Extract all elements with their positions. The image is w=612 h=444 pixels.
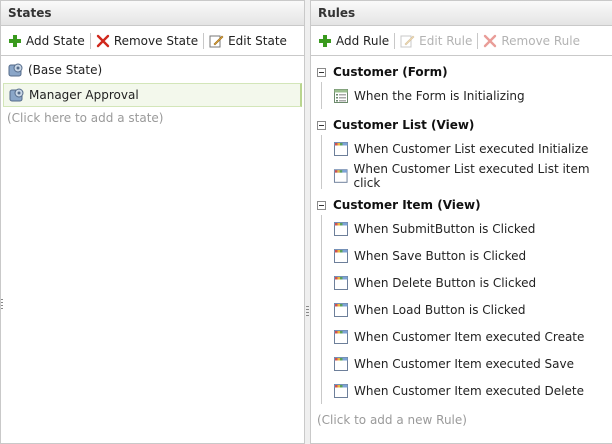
rule-group: Customer (Form) When the Form is Initiali… xyxy=(311,62,612,109)
states-panel-title: States xyxy=(1,1,304,26)
rule-label: When Customer Item executed Create xyxy=(354,329,585,344)
rule-label: When Customer List executed List item cl… xyxy=(353,161,590,190)
rule-list: When the Form is Initializing xyxy=(321,82,612,109)
rule-label: When Save Button is Clicked xyxy=(354,248,527,263)
rule-label: When the Form is Initializing xyxy=(354,88,525,103)
rule-group-header[interactable]: Customer (Form) xyxy=(311,62,612,82)
rule-item[interactable]: When Load Button is Clicked xyxy=(322,296,612,323)
rule-item[interactable]: When Customer Item executed Delete xyxy=(322,377,612,404)
rule-group-header[interactable]: Customer List (View) xyxy=(311,115,612,135)
state-item-base[interactable]: (Base State) xyxy=(3,58,302,82)
remove-rule-button[interactable]: Remove Rule xyxy=(480,30,583,52)
rule-label: When Customer Item executed Save xyxy=(354,356,574,371)
x-icon xyxy=(96,34,110,47)
splitter-grip[interactable] xyxy=(306,306,309,318)
edit-rule-label: Edit Rule xyxy=(419,33,473,48)
rule-item[interactable]: When Customer Item executed Save xyxy=(322,350,612,377)
edit-rule-button[interactable]: Edit Rule xyxy=(397,30,475,52)
view-icon xyxy=(334,248,348,263)
rule-group-title: Customer (Form) xyxy=(333,65,448,79)
edit-state-label: Edit State xyxy=(228,33,287,48)
rule-label: When Customer Item executed Delete xyxy=(354,383,584,398)
rules-toolbar: Add Rule Edit Rule Remove Rule xyxy=(311,26,612,56)
add-state-hint[interactable]: (Click here to add a state) xyxy=(1,108,304,128)
view-icon xyxy=(334,356,348,371)
collapse-toggle-icon[interactable] xyxy=(317,120,326,130)
add-state-label: Add State xyxy=(26,33,85,48)
view-icon xyxy=(334,275,348,290)
add-state-button[interactable]: Add State xyxy=(5,30,88,52)
view-icon xyxy=(334,221,348,236)
rule-item[interactable]: When Delete Button is Clicked xyxy=(322,269,612,296)
rule-label: When Customer List executed Initialize xyxy=(354,141,589,156)
add-rule-label: Add Rule xyxy=(336,33,390,48)
rule-list: When SubmitButton is Clicked When Save Bu… xyxy=(321,215,612,404)
toolbar-divider xyxy=(203,32,205,49)
rules-tree: Customer (Form) When the Form is Initiali… xyxy=(311,62,612,443)
rule-item[interactable]: When Customer List executed List item cl… xyxy=(322,161,612,190)
view-icon xyxy=(334,383,348,398)
state-label: Manager Approval xyxy=(29,88,139,102)
plus-icon xyxy=(319,34,331,47)
state-icon xyxy=(8,63,23,77)
rule-group: Customer List (View) When Customer List e… xyxy=(311,115,612,190)
rules-panel-title: Rules xyxy=(311,1,612,26)
rules-panel: Rules Add Rule Edit Rule Remove Rule Cus… xyxy=(310,0,612,444)
collapse-toggle-icon[interactable] xyxy=(317,67,326,77)
add-rule-button[interactable]: Add Rule xyxy=(315,30,392,52)
toolbar-divider xyxy=(394,32,396,49)
rule-item[interactable]: When Customer Item executed Create xyxy=(322,323,612,350)
view-icon xyxy=(333,168,348,183)
rule-group-title: Customer Item (View) xyxy=(333,198,481,212)
rule-item[interactable]: When SubmitButton is Clicked xyxy=(322,215,612,242)
rule-list: When Customer List executed Initialize Wh… xyxy=(321,135,612,190)
add-rule-hint[interactable]: (Click to add a new Rule) xyxy=(311,410,612,430)
remove-state-button[interactable]: Remove State xyxy=(93,30,201,52)
state-label: (Base State) xyxy=(28,63,103,77)
state-icon xyxy=(9,88,24,102)
toolbar-divider xyxy=(89,32,91,49)
state-item-manager-approval[interactable]: Manager Approval xyxy=(3,83,302,107)
edit-icon xyxy=(209,35,224,47)
x-icon xyxy=(484,34,497,47)
remove-state-label: Remove State xyxy=(113,33,199,48)
remove-rule-label: Remove Rule xyxy=(501,33,580,48)
plus-icon xyxy=(9,34,21,47)
resize-grip[interactable] xyxy=(1,299,3,311)
rule-item[interactable]: When Save Button is Clicked xyxy=(322,242,612,269)
rule-item[interactable]: When Customer List executed Initialize xyxy=(322,135,612,162)
rule-item[interactable]: When the Form is Initializing xyxy=(322,82,612,109)
states-toolbar: Add State Remove State Edit State xyxy=(1,26,304,56)
edit-state-button[interactable]: Edit State xyxy=(206,30,290,52)
states-panel: States Add State Remove State Edit State xyxy=(0,0,305,444)
rule-group-header[interactable]: Customer Item (View) xyxy=(311,195,612,215)
rule-label: When Delete Button is Clicked xyxy=(354,275,537,290)
view-icon xyxy=(334,302,348,317)
toolbar-divider xyxy=(477,32,479,49)
rule-group-title: Customer List (View) xyxy=(333,118,475,132)
view-icon xyxy=(334,141,348,156)
rule-label: When SubmitButton is Clicked xyxy=(354,221,536,236)
view-icon xyxy=(334,329,348,344)
states-list: (Base State) Manager Approval (Click her… xyxy=(1,57,304,443)
collapse-toggle-icon[interactable] xyxy=(317,200,326,210)
edit-icon xyxy=(400,35,415,47)
form-icon xyxy=(334,88,348,103)
rule-label: When Load Button is Clicked xyxy=(354,302,526,317)
rule-group: Customer Item (View) When SubmitButton is… xyxy=(311,195,612,404)
